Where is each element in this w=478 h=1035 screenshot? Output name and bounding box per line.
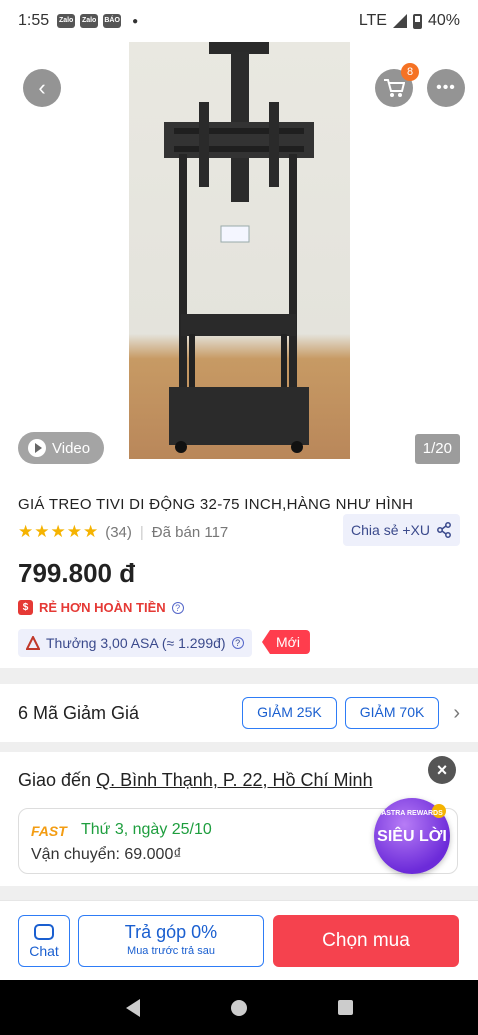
- astra-big-label: SIÊU LỜI: [377, 828, 447, 845]
- delivery-prefix: Giao đến: [18, 770, 92, 790]
- delivery-section: Giao đến Q. Bình Thạnh, P. 22, Hồ Chí Mi…: [0, 752, 478, 886]
- cart-count-badge: 8: [401, 63, 419, 81]
- fast-badge: FAST: [31, 823, 67, 839]
- system-nav-bar: [0, 980, 478, 1035]
- help-icon: ?: [171, 601, 184, 614]
- zalo-notif-icon: Zalo: [57, 14, 76, 28]
- reward-label: Thưởng 3,00 ASA (≈ 1.299đ): [46, 635, 226, 651]
- delivery-date: Thứ 3, ngày 25/10: [81, 821, 212, 838]
- rating-stars-icon: ★★★★★: [18, 522, 100, 541]
- back-arrow-icon: ‹: [38, 75, 46, 100]
- baomoi-notif-icon: BÁO MỚI: [103, 14, 122, 38]
- more-button[interactable]: •••: [427, 69, 465, 107]
- installment-subtitle: Mua trước trả sau: [127, 945, 215, 957]
- rating-row[interactable]: ★★★★★ (34) | Đã bán 117: [18, 522, 228, 542]
- delivery-address[interactable]: Q. Bình Thạnh, P. 22, Hồ Chí Minh: [96, 770, 373, 790]
- astra-small-label: ASTRA REWARDS: [381, 810, 443, 817]
- nav-home-icon[interactable]: [230, 999, 247, 1016]
- voucher-chip[interactable]: GIẢM 70K: [344, 697, 440, 729]
- close-icon[interactable]: ×: [428, 756, 456, 784]
- share-label: Chia sẻ +XU: [351, 522, 430, 538]
- voucher-chips: GIẢM 25K GIẢM 70K ›: [242, 697, 460, 729]
- bottom-action-bar: Chat Trả góp 0% Mua trước trả sau Chọn m…: [0, 900, 478, 980]
- review-count: (34): [105, 523, 132, 541]
- shipping-fee: Vận chuyển: 69.000₫: [31, 846, 182, 863]
- network-label: LTE: [358, 12, 387, 29]
- refund-icon: $: [18, 600, 33, 615]
- nav-back-icon[interactable]: [125, 998, 140, 1017]
- battery-label: 40%: [427, 12, 460, 29]
- product-title: GIÁ TREO TIVI DI ĐỘNG 32-75 INCH,HÀNG NH…: [18, 496, 414, 513]
- nav-recents-icon[interactable]: [337, 1000, 353, 1015]
- voucher-row[interactable]: 6 Mã Giảm Giá GIẢM 25K GIẢM 70K ›: [0, 684, 478, 742]
- battery-icon: [412, 13, 422, 29]
- cheaper-label: RẺ HƠN HOÀN TIỀN: [39, 600, 166, 615]
- zalo-notif-icon: Zalo: [80, 14, 99, 28]
- astra-rewards-floating-button[interactable]: ASTRA REWARDS SIÊU LỜI: [374, 798, 450, 874]
- status-bar: 1:55 Zalo Zalo BÁO MỚI ● LTE 40%: [0, 0, 478, 42]
- delivery-address-row[interactable]: Giao đến Q. Bình Thạnh, P. 22, Hồ Chí Mi…: [18, 770, 373, 791]
- installment-button[interactable]: Trả góp 0% Mua trước trả sau: [78, 915, 264, 967]
- divider: |: [139, 523, 144, 541]
- new-tag: Mới: [262, 630, 310, 654]
- product-info: GIÁ TREO TIVI DI ĐỘNG 32-75 INCH,HÀNG NH…: [0, 478, 478, 668]
- more-notifs-dot-icon: ●: [132, 15, 139, 27]
- more-icon: •••: [436, 79, 456, 96]
- back-button[interactable]: ‹: [23, 69, 61, 107]
- installment-title: Trả góp 0%: [124, 922, 218, 942]
- product-gallery[interactable]: ‹ 8 ••• Video 1/20: [0, 42, 478, 478]
- product-photo: [129, 42, 350, 459]
- voucher-chip[interactable]: GIẢM 25K: [242, 697, 337, 729]
- signal-icon: [392, 14, 407, 28]
- share-icon: [437, 522, 451, 538]
- status-time: 1:55: [18, 12, 50, 29]
- tv-stand-illustration: [164, 42, 314, 453]
- chevron-right-icon: ›: [453, 701, 460, 724]
- video-button[interactable]: Video: [18, 432, 105, 464]
- product-price: 799.800 đ: [18, 558, 136, 588]
- cheaper-refund-badge[interactable]: $ RẺ HƠN HOÀN TIỀN ?: [18, 600, 184, 615]
- image-counter: 1/20: [414, 434, 460, 464]
- video-label: Video: [52, 439, 91, 457]
- cart-icon: [384, 79, 405, 97]
- buy-button[interactable]: Chọn mua: [273, 915, 459, 967]
- asa-reward[interactable]: Thưởng 3,00 ASA (≈ 1.299đ) ?: [18, 629, 252, 657]
- chat-button[interactable]: Chat: [18, 915, 70, 967]
- chat-bubble-icon: [34, 924, 54, 940]
- cart-button[interactable]: 8: [375, 63, 419, 107]
- app-screen: 1:55 Zalo Zalo BÁO MỚI ● LTE 40% ‹ 8 •••…: [0, 0, 478, 1035]
- voucher-label: 6 Mã Giảm Giá: [18, 702, 140, 723]
- chat-label: Chat: [29, 943, 59, 959]
- astra-logo-icon: [26, 636, 40, 650]
- status-right: LTE 40%: [359, 12, 460, 30]
- help-icon: ?: [231, 637, 244, 649]
- share-button[interactable]: Chia sẻ +XU: [343, 514, 460, 546]
- sold-count: Đã bán 117: [151, 523, 229, 541]
- play-icon: [28, 439, 46, 457]
